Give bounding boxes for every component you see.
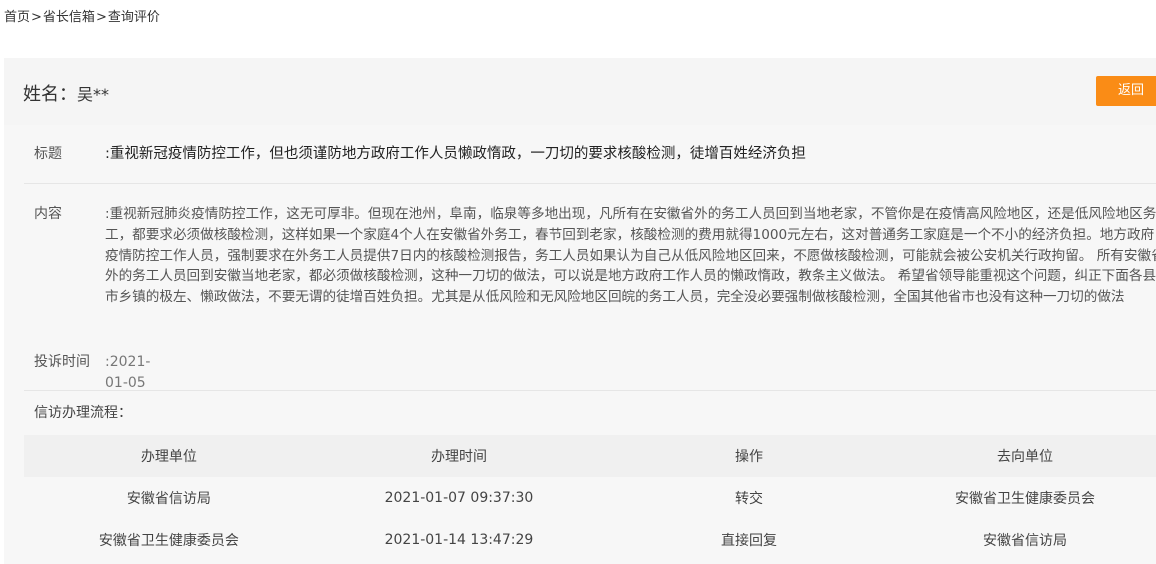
breadcrumb-mailbox-link[interactable]: 省长信箱 bbox=[43, 10, 95, 25]
column-header: 操作 bbox=[604, 435, 894, 477]
date-value: :2021-01-05 bbox=[105, 354, 151, 391]
table-cell: 直接回复 bbox=[720, 533, 777, 549]
table-row: 安徽省卫生健康委员会 2021-01-14 13:47:29 直接回复 安徽省信… bbox=[24, 519, 1156, 561]
letter-detail-panel: 姓名：吴** 返回 标题 :重视新冠疫情防控工作，但也须谨防地方政府工作人员懒政… bbox=[4, 58, 1156, 564]
content-value: :重视新冠肺炎疫情防控工作，这无可厚非。但现在池州，阜南，临泉等多地出现，凡所有… bbox=[105, 206, 1156, 306]
breadcrumb-home-link[interactable]: 首页 bbox=[4, 10, 30, 25]
table-row: 安徽省信访局 2021-01-07 09:37:30 转交 安徽省卫生健康委员会 bbox=[24, 477, 1156, 519]
table-cell: 2021-01-07 09:37:30 bbox=[384, 490, 534, 506]
panel-header: 姓名：吴** 返回 bbox=[4, 58, 1156, 125]
name-label: 姓名： bbox=[23, 84, 77, 105]
column-header: 去向单位 bbox=[893, 435, 1156, 477]
flow-title: 信访办理流程： bbox=[34, 405, 132, 421]
title-value: :重视新冠疫情防控工作，但也须谨防地方政府工作人员懒政惰政，一刀切的要求核酸检测… bbox=[105, 146, 806, 162]
title-label: 标题 bbox=[34, 146, 62, 162]
table-header-row: 办理单位 办理时间 操作 去向单位 bbox=[24, 435, 1156, 477]
table-cell: 安徽省卫生健康委员会 bbox=[98, 533, 239, 549]
date-label: 投诉时间 bbox=[34, 354, 90, 370]
table-cell: 安徽省信访局 bbox=[126, 491, 211, 507]
table-cell: 安徽省卫生健康委员会 bbox=[954, 491, 1095, 507]
divider bbox=[24, 183, 1156, 184]
breadcrumb-separator: > bbox=[31, 10, 42, 25]
column-header: 办理时间 bbox=[313, 435, 605, 477]
back-button[interactable]: 返回 bbox=[1096, 76, 1156, 106]
flow-table: 办理单位 办理时间 操作 去向单位 安徽省信访局 2021-01-07 09:3… bbox=[24, 435, 1156, 561]
table-cell: 转交 bbox=[734, 491, 763, 507]
divider bbox=[24, 390, 1156, 391]
breadcrumb-separator: > bbox=[95, 10, 107, 25]
breadcrumb: 首页>省长信箱>查询评价 bbox=[4, 6, 160, 25]
name-value: 吴** bbox=[77, 85, 110, 104]
content-label: 内容 bbox=[34, 206, 62, 222]
table-cell: 安徽省信访局 bbox=[982, 533, 1067, 549]
breadcrumb-current: 查询评价 bbox=[107, 10, 160, 25]
name-line: 姓名：吴** bbox=[23, 80, 109, 106]
column-header: 办理单位 bbox=[24, 435, 314, 477]
table-cell: 2021-01-14 13:47:29 bbox=[384, 532, 534, 548]
